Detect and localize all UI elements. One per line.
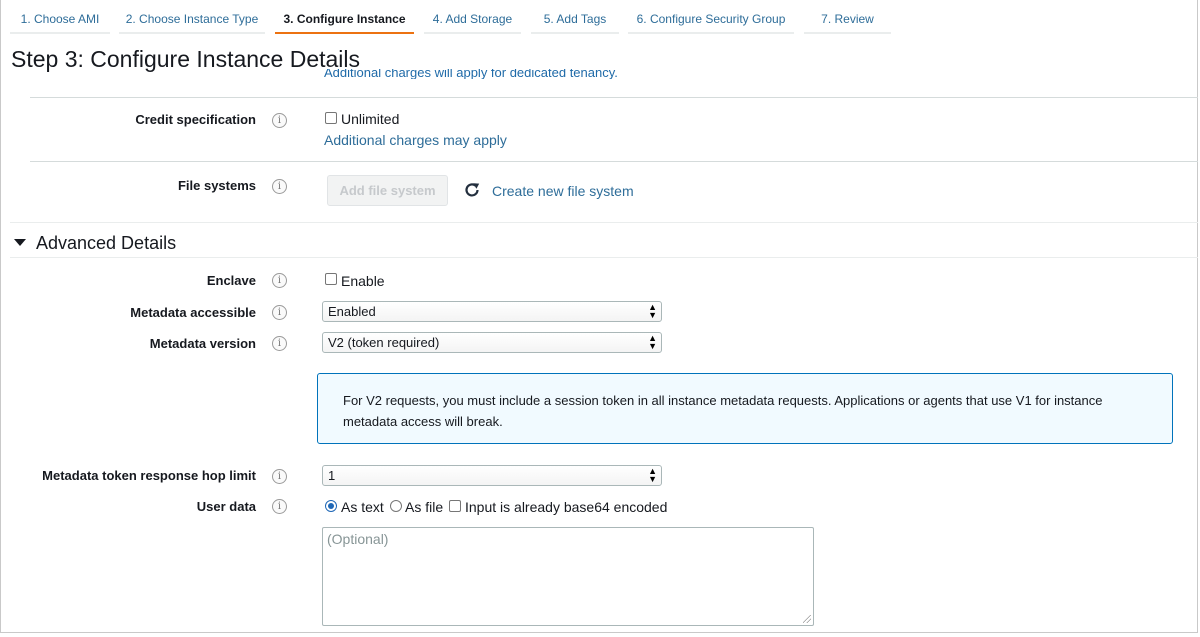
tab-choose-ami[interactable]: 1. Choose AMI bbox=[10, 2, 110, 34]
metadata-accessible-info-icon[interactable]: i bbox=[272, 305, 287, 320]
enclave-enable-checkbox[interactable] bbox=[325, 273, 337, 285]
select-arrows-icon: ▲ ▼ bbox=[648, 302, 657, 320]
wizard-tabs: 1. Choose AMI 2. Choose Instance Type 3.… bbox=[0, 0, 1200, 36]
tab-add-tags[interactable]: 5. Add Tags bbox=[531, 2, 619, 34]
user-data-placeholder: (Optional) bbox=[327, 531, 389, 547]
caret-down-icon bbox=[14, 238, 26, 246]
advanced-details-title: Advanced Details bbox=[36, 233, 177, 253]
divider bbox=[10, 222, 1198, 223]
divider bbox=[10, 257, 1198, 258]
hop-limit-label: Metadata token response hop limit bbox=[42, 468, 256, 483]
base64-checkbox[interactable] bbox=[449, 500, 461, 512]
hop-limit-select[interactable]: 1 ▲ ▼ bbox=[322, 465, 662, 486]
tab-configure-instance[interactable]: 3. Configure Instance bbox=[275, 2, 414, 34]
tab-configure-security-group[interactable]: 6. Configure Security Group bbox=[628, 2, 794, 34]
as-file-radio[interactable] bbox=[390, 500, 402, 512]
metadata-accessible-select[interactable]: Enabled ▲ ▼ bbox=[322, 301, 662, 322]
as-text-radio[interactable] bbox=[325, 500, 337, 512]
v2-info-alert: For V2 requests, you must include a sess… bbox=[317, 373, 1173, 444]
metadata-version-value: V2 (token required) bbox=[328, 335, 440, 350]
divider bbox=[30, 161, 1198, 162]
user-data-label: User data bbox=[196, 499, 256, 514]
tab-add-storage[interactable]: 4. Add Storage bbox=[424, 2, 521, 34]
unlimited-checkbox[interactable] bbox=[325, 112, 337, 124]
advanced-details-toggle[interactable]: Advanced Details bbox=[14, 233, 176, 254]
select-arrows-icon: ▲ ▼ bbox=[648, 333, 657, 351]
enclave-label: Enclave bbox=[206, 273, 256, 288]
select-arrows-icon: ▲ ▼ bbox=[648, 466, 657, 484]
user-data-info-icon[interactable]: i bbox=[272, 499, 287, 514]
file-systems-info-icon[interactable]: i bbox=[272, 179, 287, 194]
tab-choose-instance-type[interactable]: 2. Choose Instance Type bbox=[119, 2, 265, 34]
add-file-system-button[interactable]: Add file system bbox=[327, 175, 448, 206]
credit-specification-label: Credit specification bbox=[135, 112, 256, 127]
refresh-icon[interactable] bbox=[463, 181, 481, 199]
enclave-info-icon[interactable]: i bbox=[272, 273, 287, 288]
resize-grip-icon[interactable] bbox=[803, 615, 811, 623]
metadata-accessible-value: Enabled bbox=[328, 304, 376, 319]
unlimited-label: Unlimited bbox=[341, 111, 400, 127]
tenancy-note: Additional charges will apply for dedica… bbox=[324, 69, 618, 79]
tab-review[interactable]: 7. Review bbox=[804, 2, 891, 34]
file-systems-label: File systems bbox=[177, 178, 256, 193]
divider bbox=[30, 97, 1198, 98]
create-new-file-system-link[interactable]: Create new file system bbox=[492, 183, 634, 199]
base64-label: Input is already base64 encoded bbox=[465, 499, 668, 515]
additional-charges-link[interactable]: Additional charges may apply bbox=[324, 132, 507, 148]
metadata-version-select[interactable]: V2 (token required) ▲ ▼ bbox=[322, 332, 662, 353]
hop-limit-info-icon[interactable]: i bbox=[272, 469, 287, 484]
metadata-accessible-label: Metadata accessible bbox=[130, 305, 256, 320]
user-data-textarea[interactable]: (Optional) bbox=[322, 527, 814, 626]
as-file-label: As file bbox=[405, 499, 444, 515]
metadata-version-label: Metadata version bbox=[149, 336, 256, 351]
credit-info-icon[interactable]: i bbox=[272, 113, 287, 128]
hop-limit-value: 1 bbox=[328, 468, 336, 483]
metadata-version-info-icon[interactable]: i bbox=[272, 336, 287, 351]
as-text-label: As text bbox=[341, 499, 384, 515]
page-title: Step 3: Configure Instance Details bbox=[11, 46, 361, 72]
enclave-enable-label: Enable bbox=[341, 273, 385, 289]
